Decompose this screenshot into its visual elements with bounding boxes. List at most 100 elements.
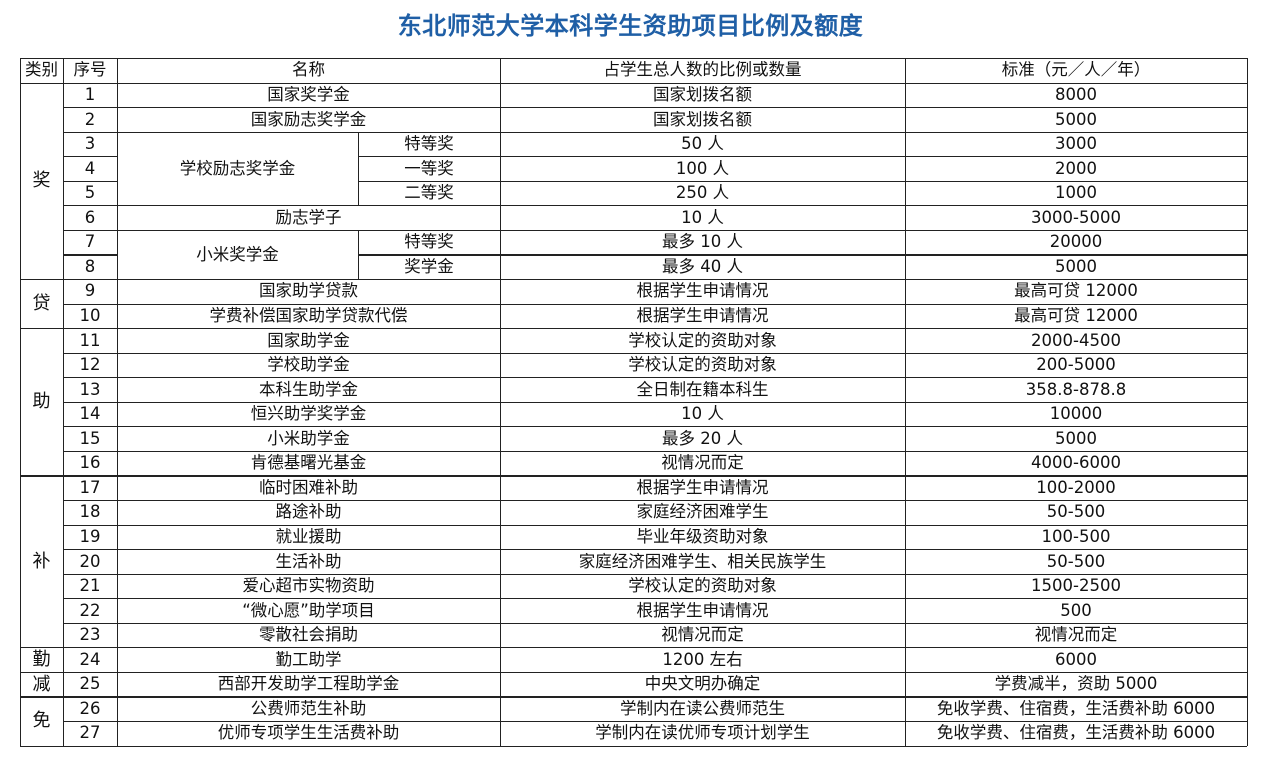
row-seq: 4 xyxy=(84,158,96,178)
row-subname: 特等奖 xyxy=(404,232,454,252)
row-name: 零散社会捐助 xyxy=(259,625,358,645)
row-subname: 特等奖 xyxy=(404,134,454,154)
row-standard: 100-500 xyxy=(1041,527,1111,547)
row-seq: 25 xyxy=(79,674,101,694)
row-standard: 5000 xyxy=(1055,428,1097,448)
row-standard: 免收学费、住宿费，生活费补助 6000 xyxy=(936,698,1216,718)
row-standard: 20000 xyxy=(1049,232,1103,252)
row-name: 国家励志奖学金 xyxy=(250,109,367,129)
header-standard: 标准（元／人／年） xyxy=(1001,60,1151,80)
header-seq: 序号 xyxy=(73,60,107,80)
category-label: 减 xyxy=(32,673,51,695)
row-ratio: 根据学生申请情况 xyxy=(636,306,769,326)
category-label: 奖 xyxy=(32,170,51,192)
row-standard: 5000 xyxy=(1055,109,1097,129)
row-standard: 2000 xyxy=(1055,158,1097,178)
row-name: 本科生助学金 xyxy=(259,379,358,399)
row-standard: 最高可贷 12000 xyxy=(1014,306,1138,326)
row-standard: 5000 xyxy=(1055,256,1097,276)
row-name: 国家奖学金 xyxy=(267,85,350,105)
row-seq: 11 xyxy=(79,330,101,350)
row-name: 临时困难补助 xyxy=(259,477,358,497)
row-ratio: 中央文明办确定 xyxy=(644,674,761,694)
row-standard: 500 xyxy=(1060,600,1092,620)
category-label: 助 xyxy=(32,391,51,413)
row-standard: 200-5000 xyxy=(1036,355,1116,375)
row-seq: 9 xyxy=(84,281,96,301)
row-seq: 17 xyxy=(79,477,101,497)
row-standard: 3000-5000 xyxy=(1031,207,1121,227)
category-label: 补 xyxy=(32,550,51,572)
row-seq: 26 xyxy=(79,698,101,718)
row-subname: 奖学金 xyxy=(404,256,454,276)
row-subname: 二等奖 xyxy=(404,183,454,203)
row-ratio: 全日制在籍本科生 xyxy=(636,379,769,399)
header-ratio: 占学生总人数的比例或数量 xyxy=(603,60,802,80)
row-ratio: 家庭经济困难学生 xyxy=(636,502,769,522)
row-standard: 4000-6000 xyxy=(1031,453,1121,473)
row-seq: 13 xyxy=(79,379,101,399)
header-name: 名称 xyxy=(292,60,325,80)
row-standard: 学费减半，资助 5000 xyxy=(994,674,1158,694)
row-standard: 最高可贷 12000 xyxy=(1014,281,1138,301)
row-name: 西部开发助学工程助学金 xyxy=(217,674,400,694)
row-name: 励志学子 xyxy=(275,207,342,227)
row-name: 学校助学金 xyxy=(267,355,350,375)
row-ratio: 根据学生申请情况 xyxy=(636,281,769,301)
row-seq: 20 xyxy=(79,551,101,571)
category-label: 勤 xyxy=(32,649,51,671)
row-seq: 19 xyxy=(79,527,101,547)
row-ratio: 学制内在读优师专项计划学生 xyxy=(595,723,810,743)
row-seq: 21 xyxy=(79,576,101,596)
row-standard: 1000 xyxy=(1055,183,1097,203)
row-standard: 视情况而定 xyxy=(1034,625,1118,645)
category-label: 免 xyxy=(32,710,51,732)
row-standard: 358.8-878.8 xyxy=(1025,379,1127,399)
row-ratio: 毕业年级资助对象 xyxy=(636,527,769,547)
row-ratio: 100 人 xyxy=(675,158,730,178)
row-seq: 5 xyxy=(84,183,96,203)
row-seq: 10 xyxy=(79,306,101,326)
row-seq: 24 xyxy=(79,649,101,669)
row-seq: 6 xyxy=(84,207,96,227)
row-ratio: 根据学生申请情况 xyxy=(636,477,769,497)
row-ratio: 视情况而定 xyxy=(661,625,744,645)
row-seq: 7 xyxy=(84,232,96,252)
row-name: 肯德基曙光基金 xyxy=(250,453,367,473)
row-ratio: 50 人 xyxy=(681,134,724,154)
row-name: 小米助学金 xyxy=(267,428,350,448)
row-standard: 免收学费、住宿费，生活费补助 6000 xyxy=(936,723,1216,743)
row-standard: 6000 xyxy=(1055,649,1097,669)
row-name: “微心愿”助学项目 xyxy=(242,600,375,620)
row-seq: 12 xyxy=(79,355,101,375)
row-ratio: 最多 40 人 xyxy=(662,256,743,276)
row-seq: 23 xyxy=(79,625,101,645)
row-name: 学费补偿国家助学贷款代偿 xyxy=(209,306,408,326)
row-ratio: 学校认定的资助对象 xyxy=(628,355,777,375)
row-name: 路途补助 xyxy=(275,502,342,522)
row-ratio: 学校认定的资助对象 xyxy=(628,576,777,596)
row-seq: 1 xyxy=(84,85,96,105)
row-seq: 2 xyxy=(84,109,96,129)
row-standard: 1500-2500 xyxy=(1031,576,1121,596)
row-seq: 14 xyxy=(79,404,101,424)
row-name: 就业援助 xyxy=(275,527,342,547)
group-name: 小米奖学金 xyxy=(196,244,279,264)
row-standard: 10000 xyxy=(1049,404,1103,424)
row-name: 恒兴助学奖学金 xyxy=(250,404,367,424)
row-ratio: 10 人 xyxy=(681,404,724,424)
row-ratio: 国家划拨名额 xyxy=(653,85,752,105)
row-subname: 一等奖 xyxy=(404,158,454,178)
row-seq: 27 xyxy=(79,723,101,743)
group-name: 学校励志奖学金 xyxy=(179,158,296,178)
header-category: 类别 xyxy=(25,60,58,80)
row-ratio: 根据学生申请情况 xyxy=(636,600,769,620)
row-ratio: 学校认定的资助对象 xyxy=(628,330,777,350)
row-ratio: 国家划拨名额 xyxy=(653,109,752,129)
row-name: 优师专项学生生活费补助 xyxy=(217,723,400,743)
category-label: 贷 xyxy=(32,292,51,314)
row-name: 国家助学贷款 xyxy=(259,281,358,301)
aid-table: 类别 序号 名称 占学生总人数的比例或数量 标准（元／人／年） 1 国家奖学金 国家划拨名额 8… xyxy=(19,57,1248,747)
row-seq: 22 xyxy=(79,600,101,620)
row-ratio: 10 人 xyxy=(681,207,724,227)
